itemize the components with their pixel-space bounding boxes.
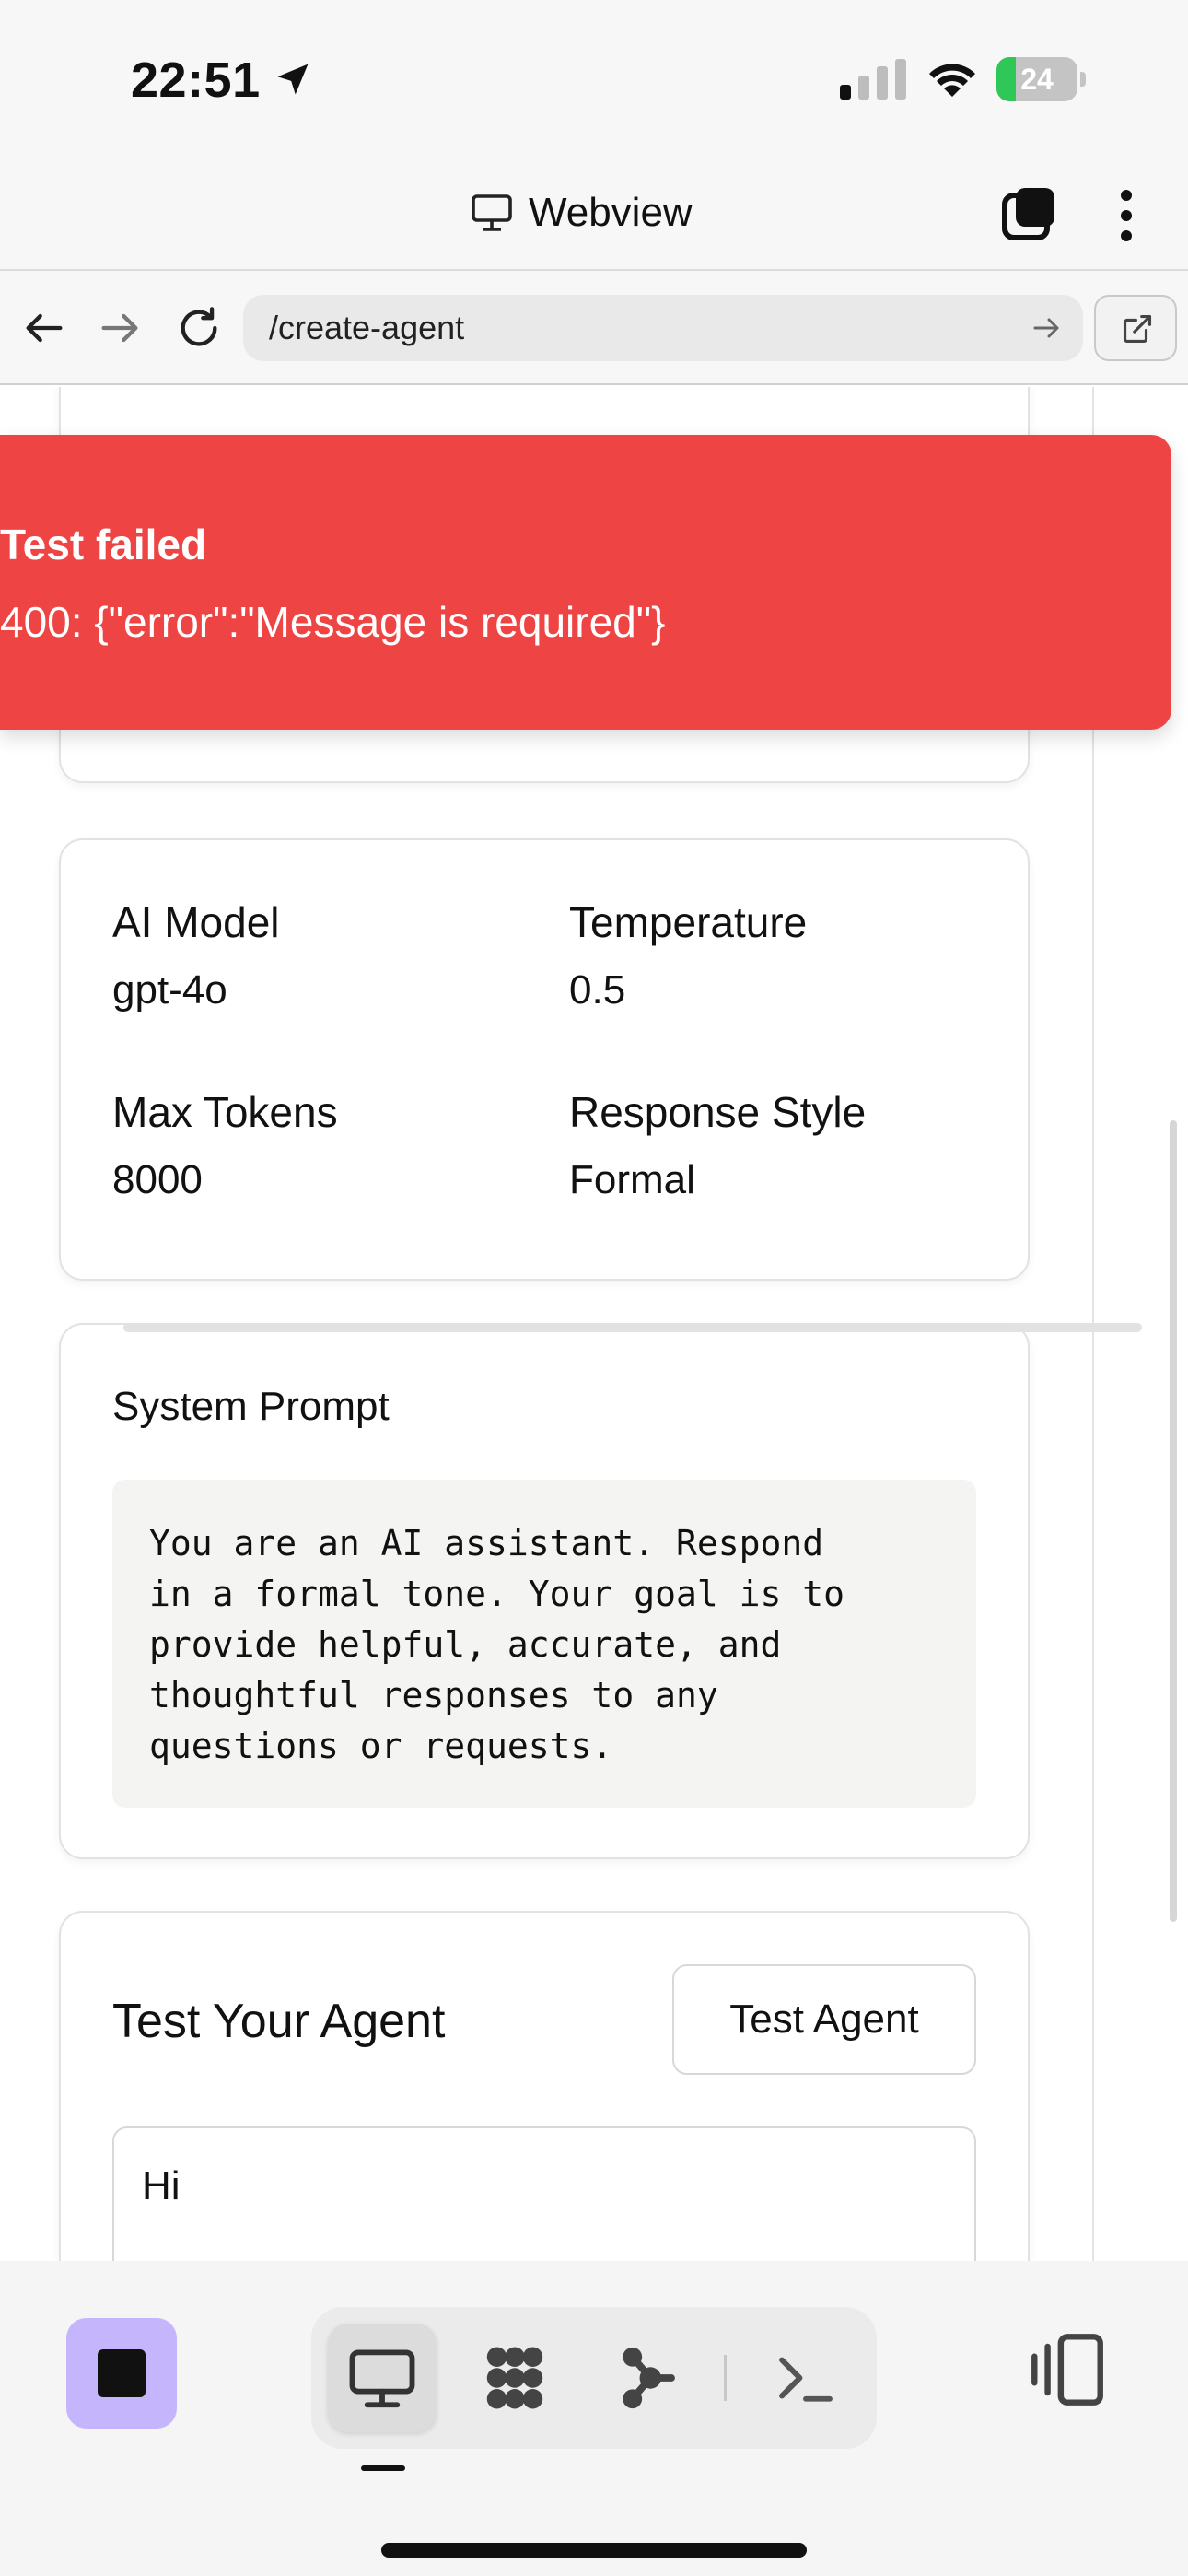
temperature-value: 0.5	[569, 967, 626, 1013]
monitor-icon	[349, 2349, 415, 2408]
status-bar: 22:51 24	[0, 0, 1188, 147]
test-agent-card: Test Your Agent Test Agent Hi	[59, 1911, 1030, 2261]
more-vertical-icon[interactable]	[1105, 188, 1147, 243]
ai-model-field: AI Model gpt-4o	[112, 897, 280, 1013]
terminal-icon	[779, 2357, 833, 2402]
reload-icon[interactable]	[175, 304, 223, 352]
system-prompt-text: You are an AI assistant. Respond in a fo…	[149, 1523, 844, 1766]
arrow-right-icon[interactable]	[1030, 311, 1063, 345]
view-grid-button[interactable]	[460, 2324, 569, 2432]
active-view-indicator	[361, 2465, 405, 2471]
view-terminal-button[interactable]	[751, 2324, 860, 2432]
app-header: Webview	[0, 147, 1188, 271]
system-prompt-card: System Prompt You are an AI assistant. R…	[59, 1323, 1030, 1859]
response-style-label: Response Style	[569, 1088, 867, 1136]
view-nodes-button[interactable]	[593, 2324, 702, 2432]
cellular-signal-icon	[840, 59, 906, 100]
grid-dots-icon	[486, 2347, 543, 2409]
location-arrow-icon	[277, 64, 309, 95]
nodes-icon	[623, 2347, 675, 2409]
tabs-icon[interactable]	[1000, 186, 1057, 241]
app-title-label: Webview	[529, 190, 693, 235]
view-switcher	[311, 2307, 877, 2449]
toolbar-divider	[724, 2355, 727, 2401]
model-settings-card: AI Model gpt-4o Temperature 0.5 Max Toke…	[59, 838, 1030, 1281]
toast-title: Test failed	[0, 521, 207, 568]
url-input[interactable]: /create-agent	[243, 295, 1083, 361]
battery-percent: 24	[1020, 63, 1054, 96]
max-tokens-label: Max Tokens	[112, 1088, 338, 1136]
test-agent-title: Test Your Agent	[112, 1995, 446, 2048]
ai-model-label: AI Model	[112, 898, 280, 946]
test-agent-button[interactable]: Test Agent	[672, 1964, 976, 2075]
arrow-right-icon[interactable]	[96, 304, 144, 352]
error-toast[interactable]: Test failed 400: {"error":"Message is re…	[0, 435, 1171, 730]
external-link-icon	[1123, 314, 1152, 344]
system-prompt-box: You are an AI assistant. Respond in a fo…	[112, 1480, 976, 1808]
monitor-icon	[472, 194, 512, 231]
response-style-field: Response Style Formal	[569, 1087, 866, 1203]
home-indicator[interactable]	[381, 2543, 807, 2558]
toast-message: 400: {"error":"Message is required"}	[0, 598, 666, 646]
wifi-icon	[929, 64, 975, 97]
vertical-scrollbar[interactable]	[1170, 1120, 1177, 1922]
arrow-left-icon[interactable]	[20, 304, 68, 352]
status-time: 22:51	[131, 53, 261, 108]
app-title: Webview	[470, 190, 693, 236]
max-tokens-value: 8000	[112, 1157, 203, 1202]
test-message-value: Hi	[142, 2163, 181, 2208]
horizontal-scrollbar[interactable]	[123, 1323, 1142, 1332]
response-style-value: Formal	[569, 1157, 695, 1202]
panel-toggle-icon[interactable]	[1026, 2324, 1109, 2416]
battery-icon: 24	[996, 57, 1086, 101]
ai-model-value: gpt-4o	[112, 967, 227, 1013]
url-bar: /create-agent	[0, 271, 1188, 385]
bottom-toolbar	[0, 2261, 1188, 2576]
url-text: /create-agent	[269, 309, 465, 346]
max-tokens-field: Max Tokens 8000	[112, 1087, 338, 1203]
open-external-button[interactable]	[1094, 295, 1177, 361]
stop-button[interactable]	[66, 2318, 177, 2429]
test-message-input[interactable]: Hi	[112, 2126, 976, 2261]
view-webview-button[interactable]	[328, 2324, 437, 2432]
system-prompt-title: System Prompt	[112, 1384, 390, 1429]
temperature-label: Temperature	[569, 898, 808, 946]
stop-icon	[98, 2349, 146, 2397]
temperature-field: Temperature 0.5	[569, 897, 807, 1013]
